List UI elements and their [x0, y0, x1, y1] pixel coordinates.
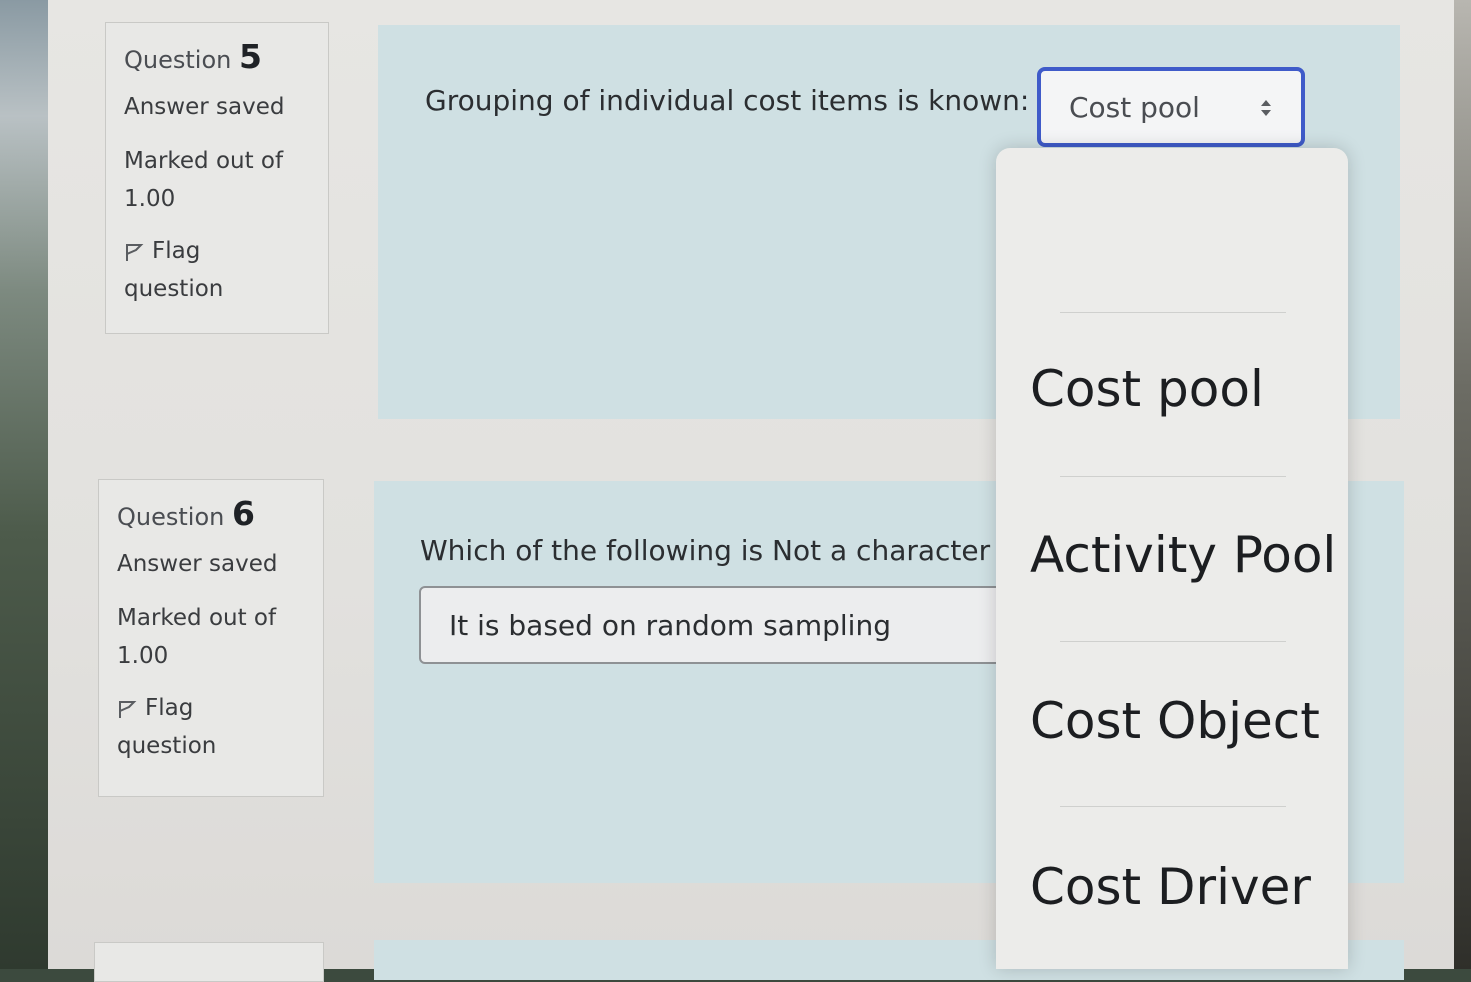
flag-icon: [126, 243, 144, 261]
answer-select[interactable]: It is based on random sampling: [419, 586, 1039, 664]
divider: [1060, 476, 1286, 477]
flag-label-line2: question: [124, 276, 224, 302]
flag-question-button[interactable]: Flag question: [124, 232, 310, 308]
question-6-heading: Question 6: [117, 494, 305, 533]
question-6-info: Question 6 Answer saved Marked out of 1.…: [98, 479, 324, 797]
select-value: Cost pool: [1069, 90, 1200, 124]
question-grade: Marked out of 1.00: [117, 599, 305, 675]
question-state: Answer saved: [124, 94, 285, 120]
dropdown-option-cost-pool[interactable]: Cost pool: [996, 360, 1348, 418]
marked-value: 1.00: [117, 643, 169, 669]
flag-label-line2: question: [117, 733, 217, 759]
question-label: Question: [117, 503, 225, 531]
select-value: It is based on random sampling: [449, 608, 891, 642]
dropdown-option-empty[interactable]: [996, 148, 1348, 312]
dropdown-option-activity-pool[interactable]: Activity Pool: [996, 526, 1348, 584]
question-7-info: [94, 942, 324, 982]
divider: [1060, 806, 1286, 807]
question-6-text: Which of the following is Not a characte…: [420, 534, 991, 567]
select-arrows-icon: [1261, 100, 1271, 116]
question-grade: Marked out of 1.00: [124, 142, 310, 218]
question-5-info: Question 5 Answer saved Marked out of 1.…: [105, 22, 329, 334]
question-label: Question: [124, 46, 232, 74]
flag-question-button[interactable]: Flag question: [117, 689, 305, 765]
question-5-text: Grouping of individual cost items is kno…: [425, 84, 1030, 117]
marked-value: 1.00: [124, 186, 176, 212]
marked-label: Marked out of: [124, 148, 284, 174]
question-state: Answer saved: [117, 551, 278, 577]
select-dropdown-list: Cost pool Activity Pool Cost Object Cost…: [996, 148, 1348, 969]
divider: [1060, 641, 1286, 642]
flag-icon: [119, 700, 137, 718]
dropdown-option-cost-object[interactable]: Cost Object: [996, 692, 1348, 750]
dropdown-option-cost-driver[interactable]: Cost Driver: [996, 858, 1348, 916]
flag-label: Flag: [145, 695, 194, 721]
question-number: 5: [238, 37, 262, 76]
question-5-heading: Question 5: [124, 37, 310, 76]
flag-label: Flag: [152, 238, 201, 264]
answer-select[interactable]: Cost pool: [1037, 67, 1305, 147]
marked-label: Marked out of: [117, 605, 277, 631]
divider: [1060, 312, 1286, 313]
question-number: 6: [231, 494, 255, 533]
